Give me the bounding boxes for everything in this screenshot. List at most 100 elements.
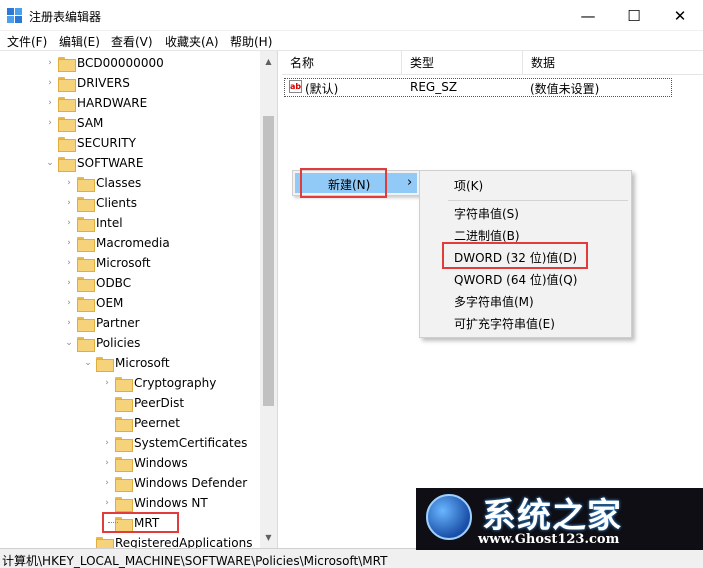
tree-node-clients[interactable]: › Clients	[63, 193, 137, 213]
scroll-thumb[interactable]	[263, 116, 274, 406]
tree-node-sam[interactable]: › SAM	[44, 113, 103, 133]
table-row[interactable]	[284, 78, 672, 97]
folder-icon	[77, 176, 95, 192]
folder-icon	[58, 56, 76, 72]
tree-node-label: DRIVERS	[77, 76, 130, 90]
tree-node-label: Cryptography	[134, 376, 217, 390]
tree-node-partner[interactable]: › Partner	[63, 313, 140, 333]
tree-node-cryptography[interactable]: › Cryptography	[101, 373, 216, 393]
tree-node-systemcertificates[interactable]: › SystemCertificates	[101, 433, 247, 453]
expand-icon[interactable]: ›	[44, 58, 56, 68]
column-data[interactable]: 数据	[523, 51, 703, 75]
tree-node-peernet[interactable]: Peernet	[101, 413, 180, 433]
dword-highlight-box	[442, 242, 588, 269]
expand-icon[interactable]: ›	[101, 458, 113, 468]
tree-node-label: Windows	[134, 456, 188, 470]
scroll-up-icon[interactable]: ▲	[260, 53, 277, 70]
menu-help[interactable]: 帮助(H)	[230, 33, 272, 50]
expand-icon[interactable]: ›	[63, 198, 75, 208]
menu-item-key[interactable]: 项(K)	[454, 177, 483, 194]
tree-node-windows-nt[interactable]: › Windows NT	[101, 493, 208, 513]
column-name[interactable]: 名称	[282, 51, 402, 75]
collapse-icon[interactable]: ⌄	[82, 358, 94, 368]
tree-node-drivers[interactable]: › DRIVERS	[44, 73, 130, 93]
menu-separator	[448, 200, 628, 201]
folder-icon	[115, 396, 133, 412]
tree-node-label: Microsoft	[115, 356, 170, 370]
expand-icon[interactable]: ›	[63, 218, 75, 228]
tree-node-windows-defender[interactable]: › Windows Defender	[101, 473, 247, 493]
tree-node-label: Partner	[96, 316, 140, 330]
column-type[interactable]: 类型	[402, 51, 523, 75]
menu-favorites[interactable]: 收藏夹(A)	[165, 33, 219, 50]
window-title: 注册表编辑器	[29, 10, 102, 24]
collapse-icon[interactable]: ⌄	[44, 158, 56, 168]
status-path: 计算机\HKEY_LOCAL_MACHINE\SOFTWARE\Policies…	[2, 554, 388, 568]
menu-edit[interactable]: 编辑(E)	[59, 33, 100, 50]
expand-icon[interactable]: ›	[44, 78, 56, 88]
tree-node-label: OEM	[96, 296, 124, 310]
folder-icon	[77, 256, 95, 272]
expand-icon[interactable]: ›	[63, 298, 75, 308]
expand-icon[interactable]: ›	[63, 318, 75, 328]
tree-node-macromedia[interactable]: › Macromedia	[63, 233, 170, 253]
tree-node-registeredapplications[interactable]: RegisteredApplications	[82, 533, 252, 548]
menu-item-string-value[interactable]: 字符串值(S)	[454, 205, 519, 222]
menu-item-multi-string-value[interactable]: 多字符串值(M)	[454, 293, 534, 310]
expand-icon[interactable]: ›	[44, 118, 56, 128]
folder-icon	[77, 336, 95, 352]
close-button[interactable]: ✕	[657, 0, 703, 31]
tree-node-label: Windows NT	[134, 496, 208, 510]
folder-icon	[115, 416, 133, 432]
tree-node-label: SAM	[77, 116, 104, 130]
expand-icon[interactable]: ›	[101, 438, 113, 448]
menu-view[interactable]: 查看(V)	[111, 33, 153, 50]
expand-icon[interactable]: ›	[44, 98, 56, 108]
folder-icon	[96, 536, 114, 548]
tree-node-microsoft[interactable]: › Microsoft	[63, 253, 151, 273]
expand-icon[interactable]: ›	[101, 498, 113, 508]
folder-icon	[115, 436, 133, 452]
expand-icon[interactable]: ›	[63, 178, 75, 188]
collapse-icon[interactable]: ⌄	[63, 338, 75, 348]
menu-bar: 文件(F) 编辑(E) 查看(V) 收藏夹(A) 帮助(H)	[0, 31, 703, 51]
folder-icon	[115, 476, 133, 492]
tree-node-oem[interactable]: › OEM	[63, 293, 123, 313]
tree-node-security[interactable]: SECURITY	[44, 133, 136, 153]
expand-icon[interactable]: ›	[101, 478, 113, 488]
tree-node-windows[interactable]: › Windows	[101, 453, 188, 473]
menu-item-expandable-string-value[interactable]: 可扩充字符串值(E)	[454, 315, 555, 332]
scroll-down-icon[interactable]: ▼	[260, 529, 277, 546]
folder-icon	[77, 216, 95, 232]
tree-node-bcd[interactable]: › BCD00000000	[44, 53, 164, 73]
expand-icon[interactable]: ›	[63, 238, 75, 248]
folder-icon	[96, 356, 114, 372]
folder-icon	[115, 376, 133, 392]
tree-node-policies-microsoft[interactable]: ⌄ Microsoft	[82, 353, 170, 373]
tree-node-label: Intel	[96, 216, 123, 230]
folder-icon	[115, 456, 133, 472]
tree-node-policies[interactable]: ⌄ Policies	[63, 333, 140, 353]
tree-node-peerdist[interactable]: PeerDist	[101, 393, 184, 413]
string-value-icon: ab	[289, 80, 302, 93]
menu-item-qword-value[interactable]: QWORD (64 位)值(Q)	[454, 271, 577, 288]
menu-file[interactable]: 文件(F)	[7, 33, 47, 50]
tree-node-label: Microsoft	[96, 256, 151, 270]
tree-node-label: ODBC	[96, 276, 132, 290]
mrt-highlight-box	[102, 512, 179, 533]
expand-icon[interactable]: ›	[101, 378, 113, 388]
tree-node-classes[interactable]: › Classes	[63, 173, 141, 193]
key-tree: › BCD00000000 › DRIVERS › HARDWARE › SAM SEC…	[0, 51, 278, 548]
tree-node-hardware[interactable]: › HARDWARE	[44, 93, 147, 113]
tree-scrollbar[interactable]: ▲ ▼	[260, 51, 277, 548]
tree-node-software[interactable]: ⌄ SOFTWARE	[44, 153, 143, 173]
maximize-button[interactable]: ☐	[611, 0, 657, 31]
minimize-button[interactable]: —	[565, 0, 611, 31]
tree-node-odbc[interactable]: › ODBC	[63, 273, 131, 293]
expand-icon[interactable]: ›	[63, 258, 75, 268]
tree-node-intel[interactable]: › Intel	[63, 213, 123, 233]
value-data: (数值未设置)	[530, 82, 600, 96]
watermark-url: www.Ghost123.com	[478, 532, 620, 547]
expand-icon[interactable]: ›	[63, 278, 75, 288]
tree-node-label: PeerDist	[134, 396, 185, 410]
